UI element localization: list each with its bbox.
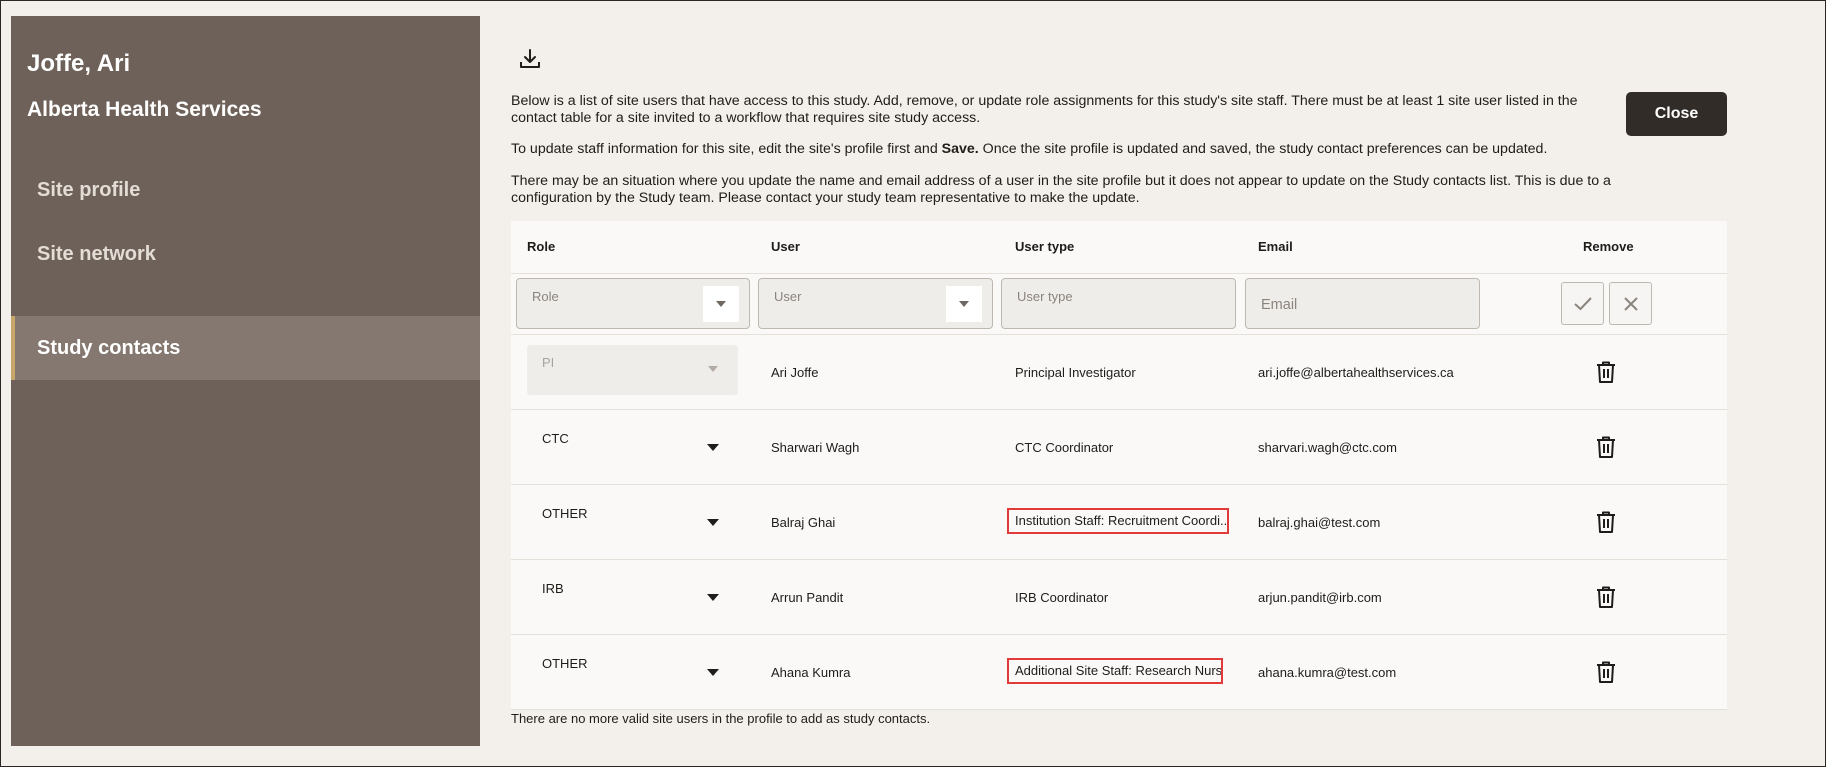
intro-paragraph-1: Below is a list of site users that have …	[511, 93, 1578, 126]
user-type-cell-highlighted: Institution Staff: Recruitment Coordi...	[1007, 508, 1229, 534]
close-icon	[1623, 296, 1638, 311]
sidebar: Joffe, Ari Alberta Health Services Site …	[11, 16, 480, 746]
table-row: OTHER Ahana Kumra Additional Site Staff:…	[511, 635, 1727, 710]
user-type-cell: IRB Coordinator	[1015, 590, 1109, 605]
remove-button[interactable]	[1594, 660, 1618, 684]
user-cell: Ahana Kumra	[771, 665, 851, 680]
sidebar-item-site-network[interactable]: Site network	[11, 222, 480, 286]
email-cell: ahana.kumra@test.com	[1258, 665, 1397, 680]
header-divider	[511, 273, 1727, 274]
organization-name: Alberta Health Services	[27, 98, 262, 121]
role-select[interactable]: CTC	[542, 431, 569, 446]
table-row: PI Ari Joffe Principal Investigator ari.…	[511, 335, 1727, 410]
column-header-user-type: User type	[1015, 239, 1075, 254]
row-divider	[511, 709, 1727, 710]
user-type-cell-highlighted: Additional Site Staff: Research Nurse	[1007, 658, 1223, 684]
apply-filter-button[interactable]	[1561, 282, 1604, 325]
user-type-cell: CTC Coordinator	[1015, 440, 1114, 455]
role-select-disabled: PI	[527, 345, 738, 395]
chevron-down-icon	[708, 366, 718, 372]
download-icon	[520, 49, 540, 68]
intro-paragraph-3: There may be an situation where you upda…	[511, 173, 1611, 206]
user-cell: Balraj Ghai	[771, 515, 836, 530]
close-button[interactable]: Close	[1626, 92, 1727, 136]
trash-icon	[1597, 361, 1615, 383]
role-select[interactable]: OTHER	[542, 656, 588, 671]
chevron-down-icon	[959, 301, 969, 307]
clear-filter-button[interactable]	[1609, 282, 1652, 325]
remove-button[interactable]	[1594, 360, 1618, 384]
email-cell: ari.joffe@albertahealthservices.ca	[1258, 365, 1454, 380]
column-header-remove: Remove	[1583, 239, 1634, 254]
intro-paragraph-2: To update staff information for this sit…	[511, 141, 1611, 158]
role-filter-select[interactable]: Role	[516, 278, 750, 329]
chevron-down-icon	[716, 301, 726, 307]
chevron-down-icon[interactable]	[707, 594, 719, 601]
intro-paragraph-2-text: To update staff information for this sit…	[511, 141, 942, 157]
chevron-down-icon[interactable]	[707, 444, 719, 451]
table-row: OTHER Balraj Ghai Institution Staff: Rec…	[511, 485, 1727, 560]
column-header-email: Email	[1258, 239, 1293, 254]
download-button[interactable]	[515, 44, 545, 74]
trash-icon	[1597, 586, 1615, 608]
email-filter-input[interactable]: Email	[1245, 278, 1480, 329]
email-cell: sharvari.wagh@ctc.com	[1258, 440, 1397, 455]
remove-button[interactable]	[1594, 435, 1618, 459]
contact-name: Joffe, Ari	[27, 50, 131, 77]
table-footnote: There are no more valid site users in th…	[511, 711, 931, 726]
remove-button[interactable]	[1594, 585, 1618, 609]
check-icon	[1573, 296, 1592, 310]
user-type-cell: Principal Investigator	[1015, 365, 1136, 380]
email-cell: arjun.pandit@irb.com	[1258, 590, 1382, 605]
study-contacts-table: Role User User type Email Remove Role Us…	[511, 221, 1727, 710]
email-cell: balraj.ghai@test.com	[1258, 515, 1381, 530]
table-row: CTC Sharwari Wagh CTC Coordinator sharva…	[511, 410, 1727, 485]
column-header-role: Role	[527, 239, 556, 254]
user-cell: Ari Joffe	[771, 365, 819, 380]
role-filter-dropdown-button[interactable]	[703, 286, 739, 322]
email-filter-placeholder: Email	[1261, 297, 1298, 313]
user-type-filter-input[interactable]: User type	[1001, 278, 1236, 329]
sidebar-item-site-profile[interactable]: Site profile	[11, 158, 480, 222]
trash-icon	[1597, 511, 1615, 533]
chevron-down-icon[interactable]	[707, 669, 719, 676]
user-filter-dropdown-button[interactable]	[946, 286, 982, 322]
sidebar-item-study-contacts[interactable]: Study contacts	[11, 316, 480, 380]
trash-icon	[1597, 661, 1615, 683]
intro-paragraph-2-after: Once the site profile is updated and sav…	[978, 141, 1548, 157]
role-value: PI	[542, 355, 555, 370]
role-select[interactable]: IRB	[542, 581, 564, 596]
user-type-filter-placeholder: User type	[1017, 289, 1073, 304]
column-header-user: User	[771, 239, 800, 254]
user-filter-select[interactable]: User	[758, 278, 993, 329]
user-filter-placeholder: User	[774, 289, 802, 304]
user-cell: Sharwari Wagh	[771, 440, 860, 455]
role-filter-placeholder: Role	[532, 289, 559, 304]
chevron-down-icon[interactable]	[707, 519, 719, 526]
trash-icon	[1597, 436, 1615, 458]
role-select[interactable]: OTHER	[542, 506, 588, 521]
remove-button[interactable]	[1594, 510, 1618, 534]
user-cell: Arrun Pandit	[771, 590, 844, 605]
table-row: IRB Arrun Pandit IRB Coordinator arjun.p…	[511, 560, 1727, 635]
intro-paragraph-2-bold: Save.	[941, 141, 979, 157]
